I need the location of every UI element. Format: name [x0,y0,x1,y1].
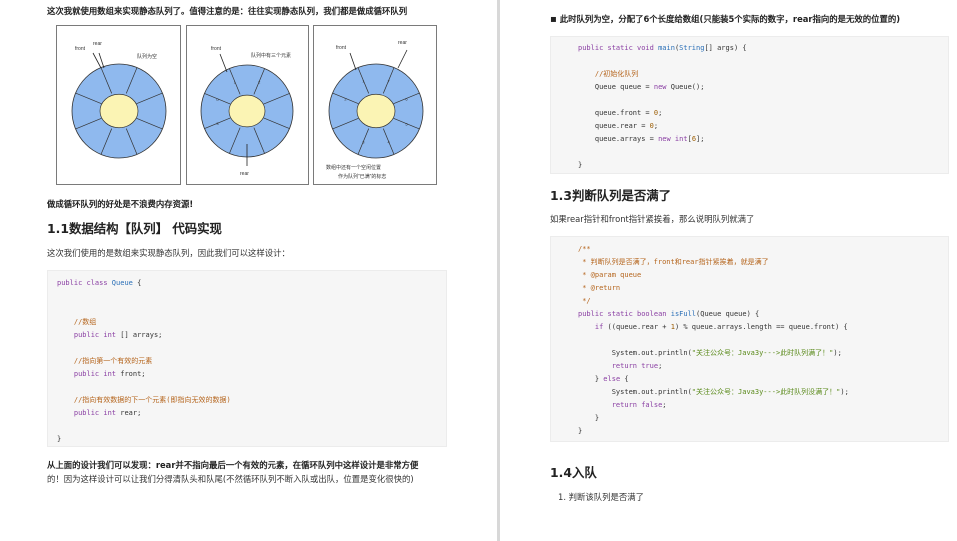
code-comment: //初始化队列 [578,70,639,78]
code-line: } [578,414,600,422]
code-line: queue.arrays = new int[6]; [578,135,705,143]
ring-hub [356,93,396,129]
ring-diagram-full: 21 76543 [328,49,424,159]
conclusion-line-1: 从上面的设计我们可以发现：rear并不指向最后一个有效的元素，在循环队列中这样设… [47,460,419,470]
three-elements-label: 队列中有三个元素 [251,53,292,59]
code-block-isfull: /** * 判断队列是否满了，front和rear指针紧挨着，就是满了 * @p… [550,236,949,442]
code-comment: //数组 [57,318,97,326]
code-line: queue.rear = 0; [578,122,659,130]
code-line: Queue queue = new Queue(); [578,83,705,91]
code-comment: * @return [578,284,621,292]
code-block-queue-class: public class Queue { //数组 public int [] … [47,270,447,447]
design-text: 这次我们使用的是数组来实现静态队列，因此我们可以这样设计： [47,248,290,258]
heading-1-4: 1.4入队 [550,465,597,480]
code-line: System.out.println("关注公众号：Java3y--->此时队列… [578,388,849,396]
step-check-full: 1. 判断该队列是否满了 [558,492,645,502]
code-block-main: public static void main(String[] args) {… [550,36,949,174]
code-line: queue.front = 0; [578,109,663,117]
code-comment: */ [578,297,591,305]
code-line: System.out.println("关注公众号：Java3y--->此时队列… [578,349,842,357]
ring-diagram-three: 01 23 [200,53,294,166]
queue-empty-label: 队列为空 [137,54,158,60]
rear-label: rear [240,171,249,177]
intro-text: 这次我就使用数组来实现静态队列了。值得注意的是：往往实现静态队列，我们都是做成循… [47,6,408,16]
code-comment: /** [578,245,591,253]
ring-hub [228,94,266,128]
code-line: public int front; [73,370,146,378]
figure-full-queue: 2176543 front rear 数组中还有一个空闲位置 作为队列“已满”的… [313,25,437,185]
front-label: front [75,46,86,52]
left-page: 这次我就使用数组来实现静态队列了。值得注意的是：往往实现静态队列，我们都是做成循… [0,0,497,541]
full-condition-text: 如果rear指针和front指针紧挨着，那么说明队列就满了 [550,214,755,224]
code-line: return true; [611,362,663,370]
figure-empty-queue: front rear 队列为空 [56,25,181,185]
code-line: if ((queue.rear + 1) % queue.arrays.leng… [594,323,848,331]
code-line: public int rear; [73,409,142,417]
code-comment: //指向第一个有效的元素 [57,357,153,365]
code-comment: * 判断队列是否满了，front和rear指针紧挨着，就是满了 [578,258,769,266]
empty-queue-note-text: 此时队列为空，分配了6个长度给数组(只能装5个实际的数字，rear指向的是无效的… [559,14,901,24]
code-line: public class Queue { [57,279,142,287]
code-line: return false; [611,401,667,409]
code-comment: //指向有效数据的下一个元素(即指向无效的数据) [57,396,231,404]
heading-1-1: 1.1数据结构【队列】 代码实现 [47,221,222,236]
figure-three-elements: 0123 front 队列中有三个元素 rear [186,25,309,185]
code-line: public static boolean isFull(Queue queue… [578,310,760,318]
rear-label: rear [398,40,407,46]
code-comment: * @param queue [578,271,642,279]
free-slot-note: 数组中还有一个空闲位置 [326,165,382,171]
code-line: } else { [578,375,629,383]
conclusion-line-2: 的！因为这样设计可以让我们分得清队头和队尾(不然循环队列不断入队或出队，位置是变… [47,474,414,484]
code-line: } [578,161,583,169]
code-line: public int [] arrays; [73,331,163,339]
code-line: } [57,435,62,443]
code-line: } [578,427,583,435]
heading-1-3: 1.3判断队列是否满了 [550,188,672,203]
right-page: ▪ 此时队列为空，分配了6个长度给数组(只能装5个实际的数字，rear指向的是无… [500,0,957,541]
full-flag-note: 作为队列“已满”的标志 [338,174,387,180]
ring-hub [99,93,139,129]
rear-label: rear [93,41,102,47]
benefit-text: 做成循环队列的好处是不浪费内存资源! [47,199,194,209]
front-label: front [211,46,222,52]
empty-queue-note: ▪ 此时队列为空，分配了6个长度给数组(只能装5个实际的数字，rear指向的是无… [550,14,901,25]
code-line: public static void main(String[] args) { [578,44,747,52]
front-label: front [336,45,347,51]
